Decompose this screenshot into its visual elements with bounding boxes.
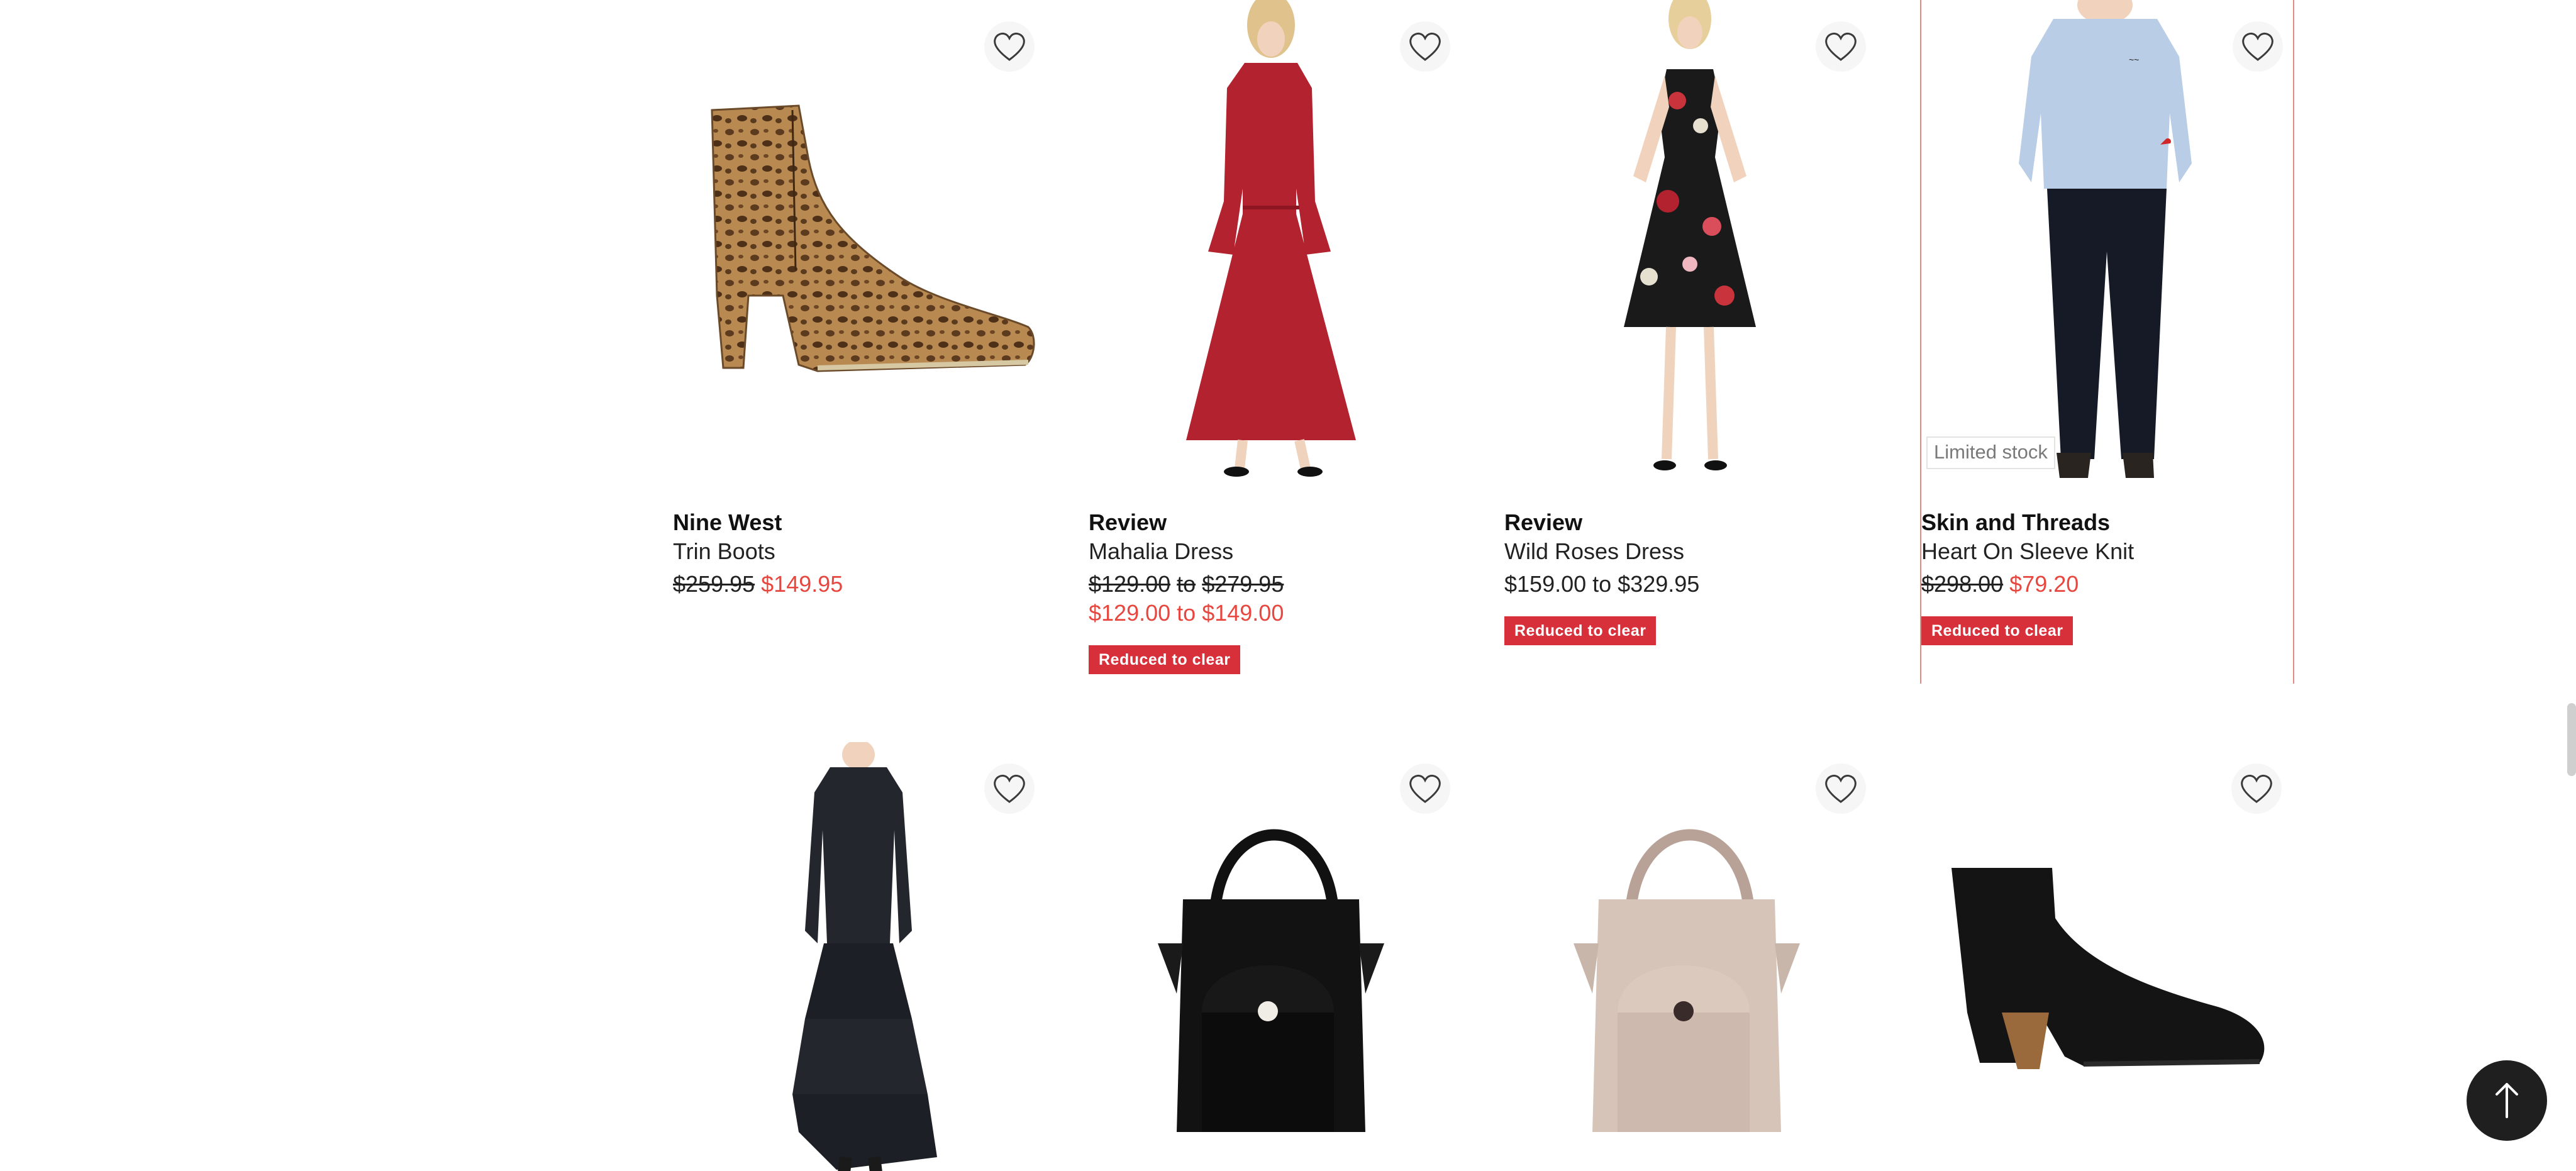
product-row	[673, 742, 2296, 1171]
sale-price: $149.95	[761, 571, 843, 597]
back-to-top-button[interactable]	[2467, 1060, 2547, 1141]
heart-outline-icon	[1825, 32, 1857, 61]
product-card[interactable]: Review Wild Roses Dress $159.00 to $329.…	[1504, 0, 1879, 685]
product-info: Review Mahalia Dress $129.00 to $279.95 …	[1089, 491, 1463, 674]
product-grid: Nine West Trin Boots $259.95 $149.95 Rev…	[673, 0, 2296, 1171]
limited-stock-badge: Limited stock	[1926, 436, 2055, 469]
product-image-link[interactable]	[1920, 742, 2294, 1171]
reduced-to-clear-badge: Reduced to clear	[1089, 645, 1241, 674]
product-image-link[interactable]	[673, 0, 1047, 491]
original-price-to: $279.95	[1202, 571, 1284, 597]
reduced-to-clear-badge: Reduced to clear	[1504, 616, 1657, 645]
original-price: $298.00	[1921, 571, 2004, 597]
product-card[interactable]	[673, 742, 1047, 1171]
product-card[interactable]	[1089, 742, 1463, 1171]
product-name[interactable]: Wild Roses Dress	[1504, 537, 1879, 566]
wishlist-button[interactable]	[1816, 763, 1866, 814]
product-name[interactable]: Trin Boots	[673, 537, 1047, 566]
product-card[interactable]	[1504, 742, 1879, 1171]
blue-knit-sweater-image: ~~	[2019, 0, 2192, 478]
heart-outline-icon	[2241, 774, 2272, 803]
leopard-ankle-boot-image	[711, 104, 1035, 372]
original-price: $259.95	[673, 571, 755, 597]
wishlist-button[interactable]	[984, 21, 1035, 72]
product-listing-page: Nine West Trin Boots $259.95 $149.95 Rev…	[0, 0, 2576, 1171]
product-brand[interactable]: Review	[1504, 508, 1879, 537]
product-price-range: $159.00 to $329.95	[1504, 571, 1700, 597]
arrow-up-icon	[2496, 1083, 2518, 1118]
product-card[interactable]: Review Mahalia Dress $129.00 to $279.95 …	[1089, 0, 1463, 685]
product-price: $298.00 $79.20	[1921, 570, 2293, 599]
product-card[interactable]	[1920, 742, 2294, 1171]
wishlist-button[interactable]	[2233, 21, 2283, 72]
heart-outline-icon	[1409, 32, 1441, 61]
wishlist-button[interactable]	[1400, 763, 1450, 814]
product-image-link[interactable]	[1504, 0, 1879, 491]
heart-outline-icon	[994, 32, 1025, 61]
sale-price-range: $129.00 to $149.00	[1089, 599, 1463, 628]
product-image-link[interactable]: ~~ Limited stock	[1921, 0, 2296, 491]
product-brand[interactable]: Review	[1089, 508, 1463, 537]
wishlist-button[interactable]	[1400, 21, 1450, 72]
product-price: $259.95 $149.95	[673, 570, 1047, 599]
product-image-link[interactable]	[1089, 742, 1463, 1171]
floral-black-dress-image	[1624, 0, 1756, 470]
sale-price-from: $129.00	[1089, 600, 1171, 626]
svg-text:~~: ~~	[2129, 55, 2139, 65]
reduced-to-clear-badge: Reduced to clear	[1921, 616, 2074, 645]
product-info: Skin and Threads Heart On Sleeve Knit $2…	[1921, 491, 2293, 645]
product-image-link[interactable]	[1504, 742, 1879, 1171]
heart-outline-icon	[2242, 32, 2273, 61]
product-image-link[interactable]	[1089, 0, 1463, 491]
product-card[interactable]: Nine West Trin Boots $259.95 $149.95	[673, 0, 1047, 685]
product-brand[interactable]: Skin and Threads	[1921, 508, 2293, 537]
original-price-from: $129.00	[1089, 571, 1171, 597]
sale-price-to: $149.00	[1202, 600, 1284, 626]
product-card[interactable]: ~~ Limited stock Skin and Threads Heart	[1920, 0, 2294, 684]
heart-outline-icon	[1825, 774, 1857, 803]
product-brand[interactable]: Nine West	[673, 508, 1047, 537]
product-name[interactable]: Mahalia Dress	[1089, 537, 1463, 566]
sale-price: $79.20	[2009, 571, 2079, 597]
wishlist-button[interactable]	[1816, 21, 1866, 72]
product-name[interactable]: Heart On Sleeve Knit	[1921, 537, 2293, 566]
sale-price-separator: to	[1177, 600, 1196, 626]
page-scrollbar[interactable]	[2567, 703, 2576, 776]
red-midi-dress-image	[1186, 0, 1356, 477]
product-row: Nine West Trin Boots $259.95 $149.95 Rev…	[673, 0, 2296, 685]
original-price-separator: to	[1177, 571, 1196, 597]
original-price-range: $129.00 to $279.95	[1089, 570, 1463, 599]
product-info: Nine West Trin Boots $259.95 $149.95	[673, 491, 1047, 599]
wishlist-button[interactable]	[984, 763, 1035, 814]
heart-outline-icon	[1409, 774, 1441, 803]
heart-outline-icon	[994, 774, 1025, 803]
product-info: Review Wild Roses Dress $159.00 to $329.…	[1504, 491, 1879, 645]
wishlist-button[interactable]	[2231, 763, 2282, 814]
product-image-link[interactable]	[673, 742, 1047, 1171]
